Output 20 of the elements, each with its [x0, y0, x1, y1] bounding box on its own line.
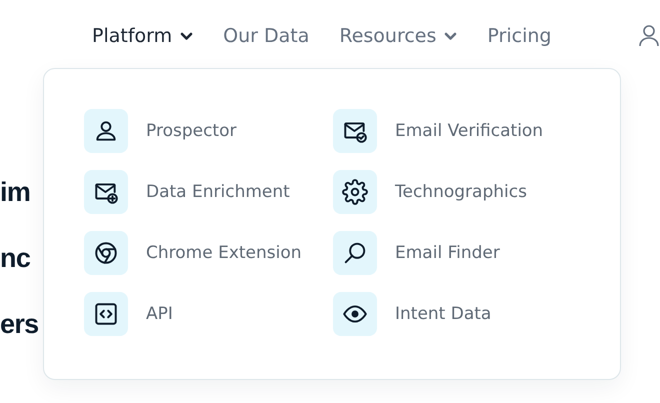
heading-text: im — [0, 176, 32, 209]
search-icon — [342, 240, 368, 266]
menu-item-link[interactable]: Chrome Extension — [84, 231, 333, 275]
nav-item[interactable]: Pricing — [487, 22, 552, 50]
nav-item[interactable]: Resources — [339, 22, 458, 50]
menu-item-link[interactable]: Email Verification — [333, 109, 582, 153]
chrome-icon — [93, 240, 119, 266]
menu-item-link[interactable]: Data Enrichment — [84, 170, 333, 214]
nav-item[interactable]: Platform — [92, 22, 194, 50]
menu-item-link[interactable]: Email Finder — [333, 231, 582, 275]
menu-item-link[interactable]: API — [84, 292, 333, 336]
heading-text: nc — [0, 242, 32, 275]
nav-item[interactable]: Our Data — [223, 22, 310, 50]
user-icon[interactable] — [638, 24, 660, 48]
menu-item-link[interactable]: Intent Data — [333, 292, 582, 336]
menu-item-link[interactable]: Technographics — [333, 170, 582, 214]
menu-item-link[interactable]: Prospector — [84, 109, 333, 153]
code-icon — [93, 301, 119, 327]
heading-text: ers — [0, 308, 40, 341]
gear-icon — [342, 179, 368, 205]
